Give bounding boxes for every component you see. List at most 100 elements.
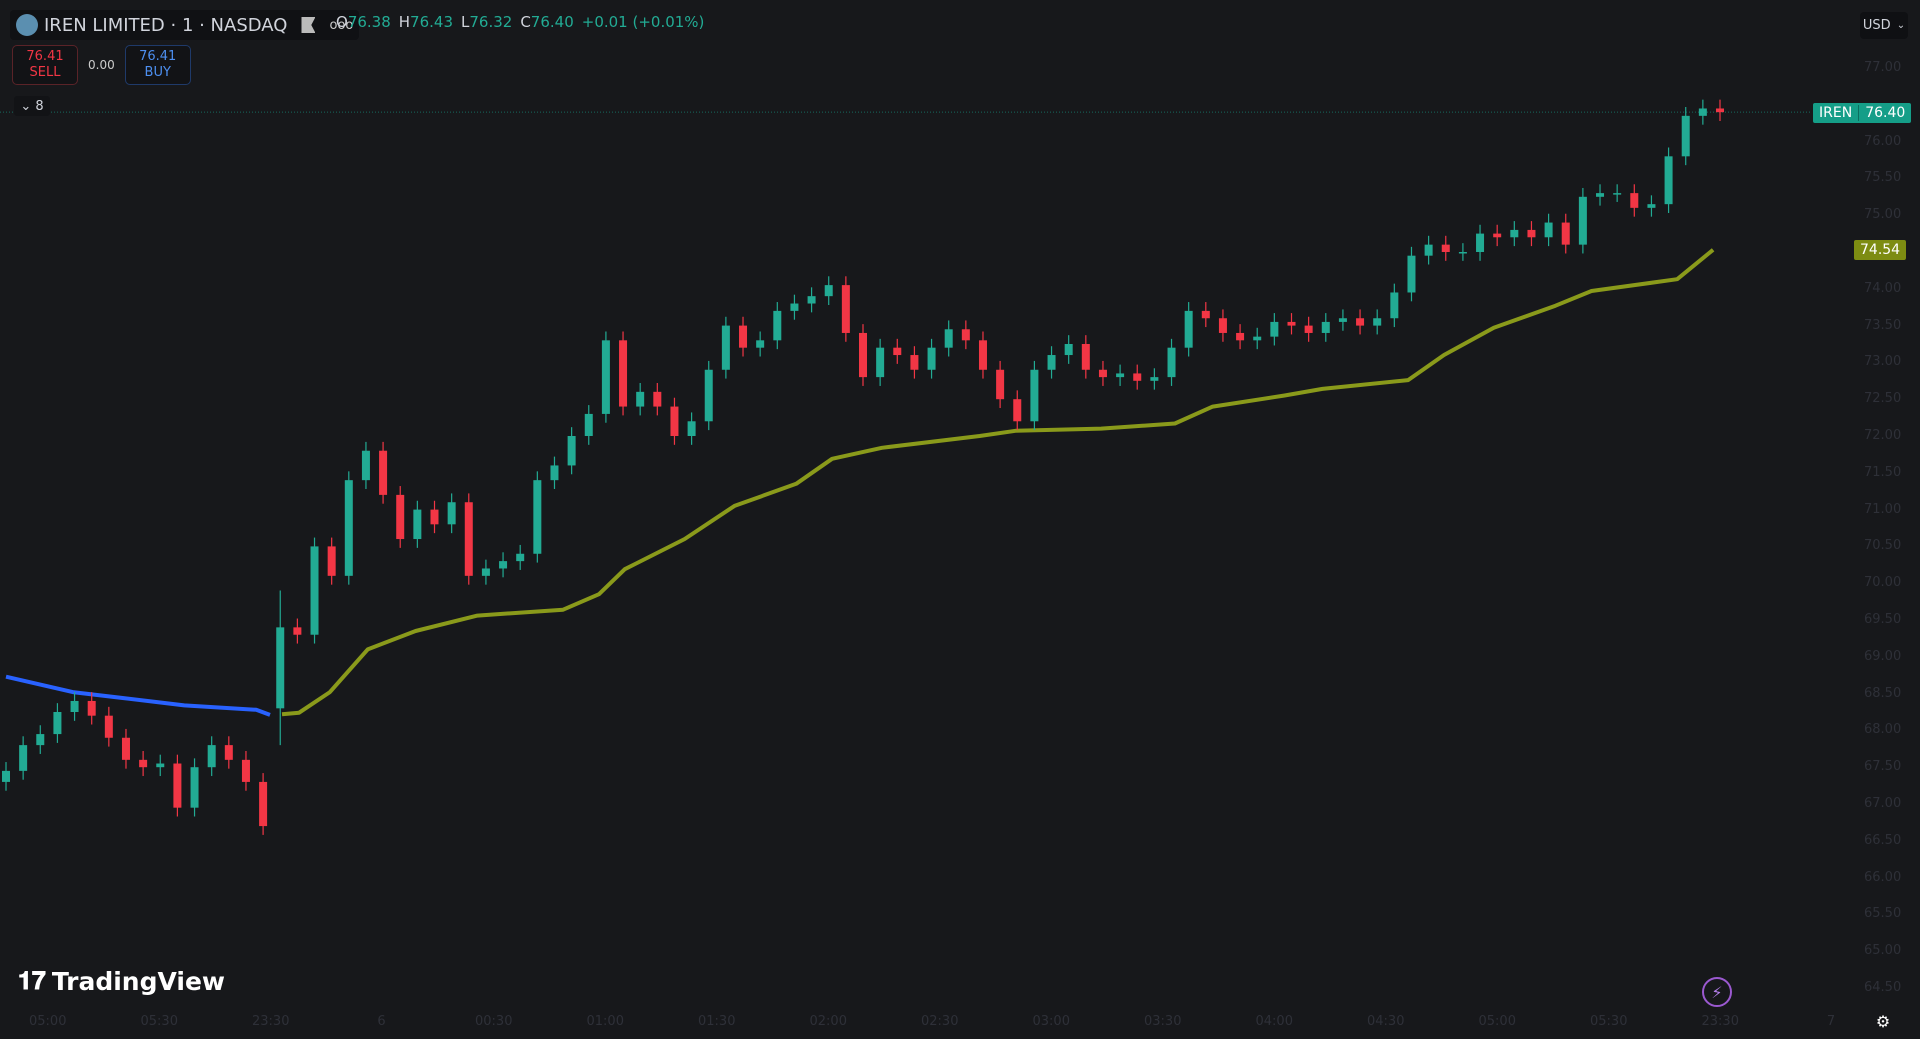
candle-body: [464, 502, 473, 576]
candle-body: [910, 355, 919, 370]
candle-body: [756, 340, 765, 348]
y-tick-label: 74.00: [1864, 280, 1902, 296]
candle-body: [790, 303, 799, 311]
y-tick-label: 76.00: [1864, 133, 1902, 149]
y-tick-label: 66.50: [1864, 832, 1902, 848]
lightning-icon[interactable]: ⚡: [1702, 977, 1732, 1007]
candle-body: [1098, 369, 1107, 378]
price-chart[interactable]: [0, 0, 1920, 1039]
y-tick-label: 75.50: [1864, 170, 1902, 186]
candle-body: [876, 347, 885, 378]
y-tick-label: 67.50: [1864, 759, 1902, 775]
candle-body: [1493, 233, 1502, 238]
sell-button[interactable]: 76.41 SELL: [12, 45, 78, 85]
x-tick-label: 6: [377, 1014, 386, 1029]
candle-body: [1064, 344, 1073, 356]
candle-body: [224, 745, 233, 760]
currency-label: USD: [1862, 18, 1891, 33]
y-tick-label: 71.00: [1864, 501, 1902, 517]
symbol-legend[interactable]: IREN LIMITED · 1 · NASDAQ ooo: [10, 10, 360, 40]
indicators-toggle[interactable]: ⌄ 8: [14, 96, 50, 116]
candle-body: [944, 329, 953, 348]
x-tick-label: 05:00: [1478, 1014, 1516, 1029]
candle-body: [1613, 193, 1622, 195]
candle-body: [1458, 252, 1467, 254]
y-tick-label: 66.00: [1864, 869, 1902, 885]
candle-body: [1116, 373, 1125, 378]
open-value: 76.38: [347, 13, 391, 31]
spread: 0.00: [88, 58, 115, 72]
y-tick-label: 72.50: [1864, 391, 1902, 407]
candle-body: [721, 325, 730, 370]
candle-body: [1218, 318, 1227, 333]
indicators-count: 8: [35, 98, 44, 114]
y-tick-label: 68.50: [1864, 685, 1902, 701]
candle-body: [19, 745, 28, 771]
x-tick-label: 01:00: [586, 1014, 624, 1029]
candle-body: [1390, 292, 1399, 319]
candle-body: [1681, 115, 1690, 157]
candle-body: [1270, 321, 1279, 337]
candle-body: [567, 436, 576, 466]
candle-body: [533, 480, 542, 554]
candle-body: [1510, 229, 1519, 238]
candle-body: [413, 509, 422, 540]
candle-body: [1716, 108, 1724, 113]
buy-price: 76.41: [139, 49, 177, 64]
candle-body: [1578, 196, 1587, 245]
x-tick-label: 05:30: [140, 1014, 178, 1029]
candle-body: [1030, 369, 1039, 422]
candle-body: [807, 296, 816, 304]
candle-body: [704, 369, 713, 422]
candle-body: [499, 561, 508, 569]
change-value: +0.01 (+0.01%): [581, 13, 705, 31]
candle-body: [927, 347, 936, 370]
candle-body: [207, 745, 216, 768]
currency-select[interactable]: USD ⌄: [1860, 12, 1908, 39]
tradingview-logo-icon: 𝟏𝟕: [18, 966, 46, 995]
candle-body: [1630, 193, 1639, 208]
symbol-logo-icon: [16, 14, 38, 36]
buy-button[interactable]: 76.41 BUY: [124, 45, 191, 85]
flag-icon[interactable]: [301, 17, 316, 33]
candle-body: [550, 465, 559, 481]
candle-body: [824, 285, 833, 297]
x-tick-label: 04:00: [1255, 1014, 1293, 1029]
chevron-down-icon: ⌄: [1896, 20, 1906, 31]
y-tick-label: 69.00: [1864, 648, 1902, 664]
ma-line-previous-session: [5, 674, 271, 717]
brand-name: TradingView: [51, 966, 226, 996]
candle-body: [516, 553, 525, 562]
candle-body: [1476, 233, 1485, 252]
candle-body: [1150, 377, 1159, 381]
low-value: 76.32: [469, 13, 513, 31]
high-value: 76.43: [410, 13, 453, 31]
settings-icon[interactable]: ⚙: [1874, 1012, 1892, 1031]
candle-body: [139, 759, 148, 768]
y-tick-label: 75.00: [1864, 207, 1902, 223]
y-tick-label: 77.00: [1864, 60, 1902, 75]
open-key: O: [336, 13, 348, 31]
y-tick-label: 73.00: [1864, 354, 1902, 370]
x-tick-label: 04:30: [1367, 1014, 1405, 1029]
tradingview-logo[interactable]: 𝟏𝟕 TradingView: [18, 966, 225, 996]
y-tick-label: 73.50: [1864, 317, 1902, 333]
sell-label: SELL: [29, 65, 61, 80]
candle-body: [1527, 229, 1536, 238]
candle-body: [87, 700, 96, 716]
candle-body: [584, 413, 593, 436]
candle-body: [619, 340, 628, 407]
candle-body: [1561, 222, 1570, 245]
candle-body: [601, 340, 610, 414]
ohlc-values: O76.38 H76.43 L76.32 C76.40 +0.01 (+0.01…: [336, 13, 704, 31]
x-tick-label: 05:00: [29, 1014, 67, 1029]
candle-body: [1441, 244, 1450, 252]
symbol-title[interactable]: IREN LIMITED · 1 · NASDAQ: [44, 15, 287, 36]
y-tick-label: 65.00: [1864, 943, 1902, 959]
candle-body: [173, 763, 182, 808]
x-tick-label: 23:30: [252, 1014, 290, 1029]
x-tick-label: 7: [1826, 1014, 1836, 1029]
candle-body: [379, 450, 388, 495]
candle-body: [739, 325, 748, 348]
candle-body: [1321, 321, 1330, 333]
